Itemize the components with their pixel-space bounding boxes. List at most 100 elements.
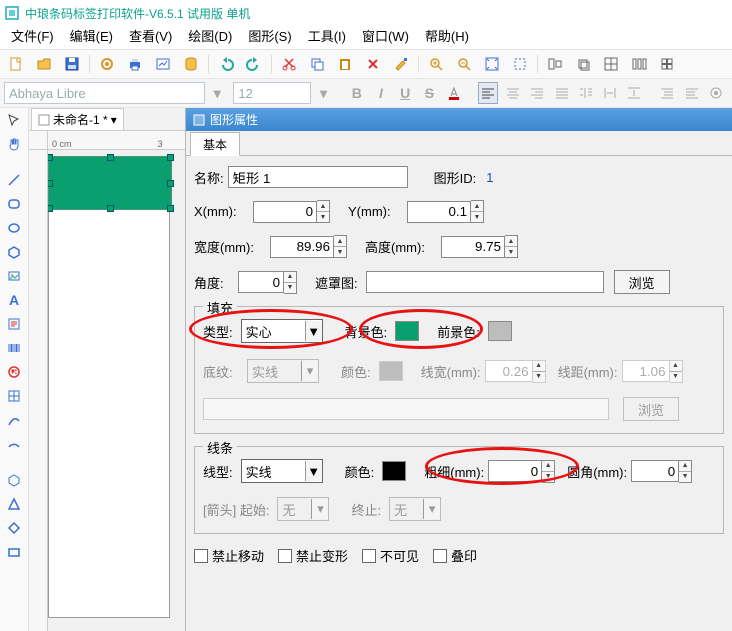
ruler-horizontal: 0 cm 3 — [29, 131, 185, 150]
align-button[interactable] — [544, 53, 566, 75]
polygon-tool[interactable] — [5, 243, 23, 261]
char-spacing-button[interactable] — [601, 83, 619, 103]
color-button[interactable] — [445, 83, 463, 103]
cut-button[interactable] — [278, 53, 300, 75]
lock-resize-checkbox[interactable]: 禁止变形 — [278, 546, 348, 565]
settings-button[interactable] — [96, 53, 118, 75]
richtext-tool[interactable] — [5, 315, 23, 333]
font-name-dropdown[interactable]: ▾ — [208, 83, 226, 103]
height-spinner[interactable]: ▲▼ — [441, 235, 518, 258]
indent-button[interactable] — [658, 83, 676, 103]
image-tool[interactable] — [5, 267, 23, 285]
pattern-color-label: 颜色: — [341, 362, 371, 381]
left-toolbar: A — [0, 108, 29, 631]
new-button[interactable] — [5, 53, 27, 75]
preview-button[interactable] — [152, 53, 174, 75]
hidden-checkbox[interactable]: 不可见 — [362, 546, 419, 565]
ellipse-tool[interactable] — [5, 219, 23, 237]
triangle-tool[interactable] — [5, 495, 23, 513]
pan-tool[interactable] — [5, 135, 23, 153]
lock-move-checkbox[interactable]: 禁止移动 — [194, 546, 264, 565]
menu-edit[interactable]: 编辑(E) — [62, 23, 121, 49]
layer-button[interactable] — [572, 53, 594, 75]
zoom-in-button[interactable] — [425, 53, 447, 75]
panel-tabs: 基本 — [186, 131, 732, 156]
menu-shape[interactable]: 图形(S) — [240, 23, 299, 49]
document-tab[interactable]: 未命名-1 * ▾ — [31, 108, 124, 130]
x-spinner[interactable]: ▲▼ — [253, 200, 330, 223]
strike-button[interactable]: S — [420, 83, 438, 103]
tab-basic[interactable]: 基本 — [190, 132, 240, 156]
document-tabs: 未命名-1 * ▾ — [29, 108, 185, 131]
barcode-tool[interactable] — [5, 339, 23, 357]
line-type-combo[interactable]: 实线▼ — [241, 459, 323, 483]
star-tool[interactable] — [5, 471, 23, 489]
y-spinner[interactable]: ▲▼ — [407, 200, 484, 223]
rounded-rect-tool[interactable] — [5, 195, 23, 213]
align-left-button[interactable] — [478, 82, 498, 104]
redo-button[interactable] — [243, 53, 265, 75]
grid-button[interactable] — [600, 53, 622, 75]
print-button[interactable] — [124, 53, 146, 75]
name-input[interactable] — [228, 166, 408, 188]
arrow-end-label: 终止: — [351, 500, 381, 519]
angle-spinner[interactable]: ▲▼ — [238, 271, 297, 294]
selected-rectangle[interactable] — [48, 156, 172, 210]
zoom-sel-button[interactable] — [509, 53, 531, 75]
more-fmt-button[interactable] — [707, 83, 725, 103]
grid-tool[interactable] — [5, 387, 23, 405]
open-button[interactable] — [33, 53, 55, 75]
arrow-end-combo: 无▾ — [389, 497, 441, 521]
line-tool[interactable] — [5, 171, 23, 189]
fg-color-swatch[interactable] — [488, 321, 512, 341]
menu-file[interactable]: 文件(F) — [3, 23, 62, 49]
curve-tool[interactable] — [5, 411, 23, 429]
undo-button[interactable] — [215, 53, 237, 75]
width-spinner[interactable]: ▲▼ — [270, 235, 347, 258]
save-button[interactable] — [61, 53, 83, 75]
delete-button[interactable] — [362, 53, 384, 75]
underline-button[interactable]: U — [396, 83, 414, 103]
overprint-checkbox[interactable]: 叠印 — [433, 546, 477, 565]
canvas[interactable] — [48, 150, 185, 631]
rect-tool[interactable] — [5, 543, 23, 561]
panel-icon — [192, 113, 206, 127]
dist-button[interactable] — [628, 53, 650, 75]
menu-tool[interactable]: 工具(I) — [300, 23, 354, 49]
brush-button[interactable] — [390, 53, 412, 75]
menu-draw[interactable]: 绘图(D) — [180, 23, 240, 49]
italic-button[interactable]: I — [372, 83, 390, 103]
zoom-out-button[interactable] — [453, 53, 475, 75]
menu-help[interactable]: 帮助(H) — [417, 23, 477, 49]
database-button[interactable] — [180, 53, 202, 75]
mask-browse-button[interactable]: 浏览 — [614, 270, 670, 294]
mask-input[interactable] — [366, 271, 604, 293]
line-thick-spinner[interactable]: ▲▼ — [488, 460, 555, 483]
copy-button[interactable] — [306, 53, 328, 75]
font-name-combo[interactable] — [4, 82, 205, 104]
misc-button[interactable] — [656, 53, 678, 75]
bg-color-swatch[interactable] — [395, 321, 419, 341]
line-height-button[interactable] — [625, 83, 643, 103]
text-tool[interactable]: A — [5, 291, 23, 309]
diamond-tool[interactable] — [5, 519, 23, 537]
arc-tool[interactable] — [5, 435, 23, 453]
fill-type-combo[interactable]: 实心▼ — [241, 319, 323, 343]
bold-button[interactable]: B — [348, 83, 366, 103]
font-size-combo[interactable] — [233, 82, 311, 104]
menu-window[interactable]: 窗口(W) — [354, 23, 417, 49]
align-center-button[interactable] — [504, 83, 522, 103]
spacing-button[interactable] — [577, 83, 595, 103]
select-tool[interactable] — [5, 111, 23, 129]
paste-button[interactable] — [334, 53, 356, 75]
fill-group-title: 填充 — [203, 298, 237, 317]
zoom-fit-button[interactable] — [481, 53, 503, 75]
font-size-dropdown[interactable]: ▾ — [314, 83, 332, 103]
line-color-swatch[interactable] — [382, 461, 406, 481]
outdent-button[interactable] — [683, 83, 701, 103]
qrcode-tool[interactable] — [5, 363, 23, 381]
align-right-button[interactable] — [528, 83, 546, 103]
align-justify-button[interactable] — [552, 83, 570, 103]
line-radius-spinner[interactable]: ▲▼ — [631, 460, 692, 483]
menu-view[interactable]: 查看(V) — [121, 23, 180, 49]
